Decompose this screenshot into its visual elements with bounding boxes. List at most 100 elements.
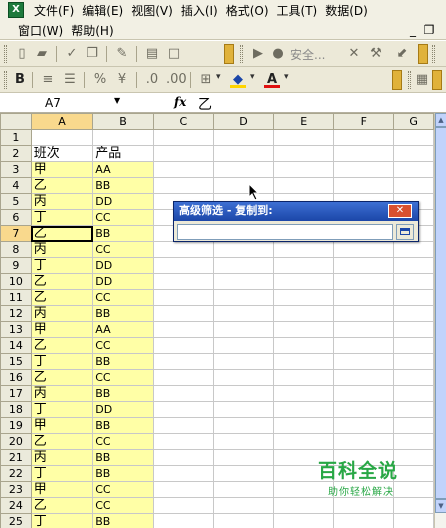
currency-icon[interactable]: ¥ [114, 72, 130, 88]
cell-empty[interactable] [273, 257, 335, 274]
cell-b11[interactable]: CC [92, 289, 154, 306]
cell-empty[interactable] [152, 257, 214, 274]
increase-decimal-icon[interactable]: .0 [144, 72, 160, 88]
cell-empty[interactable] [212, 369, 275, 386]
cell-empty[interactable] [152, 177, 214, 194]
row-header[interactable]: 4 [0, 177, 32, 194]
cell-empty[interactable] [212, 241, 275, 258]
toolbar-grip[interactable] [408, 71, 411, 89]
cell-a16[interactable]: 乙 [30, 369, 94, 386]
cell-empty[interactable] [333, 241, 395, 258]
cell-a12[interactable]: 丙 [30, 305, 94, 322]
cell-empty[interactable] [333, 177, 395, 194]
cell-empty[interactable] [212, 129, 275, 146]
cell-a4[interactable]: 乙 [30, 177, 94, 194]
row-header[interactable]: 25 [0, 513, 32, 528]
align-left-icon[interactable]: ≡ [40, 72, 56, 88]
cell-a7[interactable]: 乙 [30, 225, 94, 242]
menu-item-5[interactable]: 工具(T) [273, 2, 322, 19]
cell-empty[interactable] [152, 145, 214, 162]
record-icon[interactable]: ● [270, 46, 286, 62]
cell-empty[interactable] [212, 257, 275, 274]
font-color-dropdown-icon[interactable]: ▾ [284, 72, 289, 82]
cell-empty[interactable] [212, 385, 275, 402]
table-icon[interactable]: ▤ [144, 46, 160, 62]
row-header[interactable]: 7 [0, 225, 32, 242]
cell-empty[interactable] [152, 481, 214, 498]
cell-empty[interactable] [393, 385, 434, 402]
name-box[interactable]: A7 [0, 94, 128, 112]
cell-empty[interactable] [273, 241, 335, 258]
cell-empty[interactable] [393, 129, 434, 146]
cell-a18[interactable]: 丁 [30, 401, 94, 418]
row-header[interactable]: 16 [0, 369, 32, 386]
cell-empty[interactable] [152, 353, 214, 370]
column-header-g[interactable]: G [393, 113, 434, 130]
cell-empty[interactable] [333, 497, 395, 514]
row-header[interactable]: 1 [0, 129, 32, 146]
cell-b14[interactable]: CC [92, 337, 154, 354]
cell-empty[interactable] [273, 417, 335, 434]
cell-b3[interactable]: AA [92, 161, 154, 178]
cell-empty[interactable] [333, 433, 395, 450]
row-header[interactable]: 12 [0, 305, 32, 322]
new-icon[interactable]: ▯ [14, 46, 30, 62]
cell-empty[interactable] [273, 337, 335, 354]
vertical-scrollbar[interactable]: ▲ ▼ [434, 113, 446, 528]
row-header[interactable]: 23 [0, 481, 32, 498]
row-header[interactable]: 13 [0, 321, 32, 338]
cell-empty[interactable] [273, 129, 335, 146]
row-header[interactable]: 5 [0, 193, 32, 210]
cell-empty[interactable] [152, 513, 214, 528]
cell-empty[interactable] [212, 465, 275, 482]
cell-empty[interactable] [333, 145, 395, 162]
cell-empty[interactable] [152, 497, 214, 514]
cell-empty[interactable] [152, 465, 214, 482]
cell-a21[interactable]: 丙 [30, 449, 94, 466]
cell-empty[interactable] [393, 513, 434, 528]
row-header[interactable]: 9 [0, 257, 32, 274]
cell-a8[interactable]: 丙 [30, 241, 94, 258]
cell-empty[interactable] [152, 289, 214, 306]
cell-b5[interactable]: DD [92, 193, 154, 210]
cell-empty[interactable] [152, 305, 214, 322]
restore-button[interactable]: ❐ [422, 20, 436, 40]
cell-empty[interactable] [393, 353, 434, 370]
copy-to-range-input[interactable] [177, 224, 393, 240]
cell-empty[interactable] [152, 417, 214, 434]
column-header-c[interactable]: C [152, 113, 214, 130]
row-header[interactable]: 10 [0, 273, 32, 290]
cell-empty[interactable] [273, 161, 335, 178]
format-painter-icon[interactable]: ✎ [114, 46, 130, 62]
menu-item-secondary-1[interactable]: 帮助(H) [67, 22, 117, 39]
cell-a5[interactable]: 丙 [30, 193, 94, 210]
cell-empty[interactable] [333, 321, 395, 338]
row-header[interactable]: 17 [0, 385, 32, 402]
dialog-close-button[interactable]: ✕ [388, 204, 412, 218]
insert-function-icon[interactable]: fx [174, 95, 186, 109]
cell-empty[interactable] [393, 321, 434, 338]
column-header-a[interactable]: A [30, 113, 94, 130]
cell-empty[interactable] [212, 401, 275, 418]
drawing-icon[interactable]: ▦ [414, 72, 430, 88]
toolbar-overflow-button[interactable] [418, 44, 428, 64]
cell-empty[interactable] [152, 241, 214, 258]
cell-a24[interactable]: 乙 [30, 497, 94, 514]
row-header[interactable]: 6 [0, 209, 32, 226]
row-header[interactable]: 19 [0, 417, 32, 434]
row-header[interactable]: 20 [0, 433, 32, 450]
cell-empty[interactable] [212, 273, 275, 290]
toolbar-grip[interactable] [4, 71, 7, 89]
cell-a14[interactable]: 乙 [30, 337, 94, 354]
cell-empty[interactable] [273, 177, 335, 194]
cell-empty[interactable] [212, 449, 275, 466]
cell-empty[interactable] [212, 417, 275, 434]
cell-empty[interactable] [273, 433, 335, 450]
cell-empty[interactable] [212, 289, 275, 306]
cell-empty[interactable] [152, 129, 214, 146]
macro-icon[interactable]: ✕ [346, 46, 362, 62]
row-header[interactable]: 11 [0, 289, 32, 306]
cell-empty[interactable] [333, 385, 395, 402]
cell-a10[interactable]: 乙 [30, 273, 94, 290]
borders-dropdown-icon[interactable]: ▾ [216, 72, 221, 82]
